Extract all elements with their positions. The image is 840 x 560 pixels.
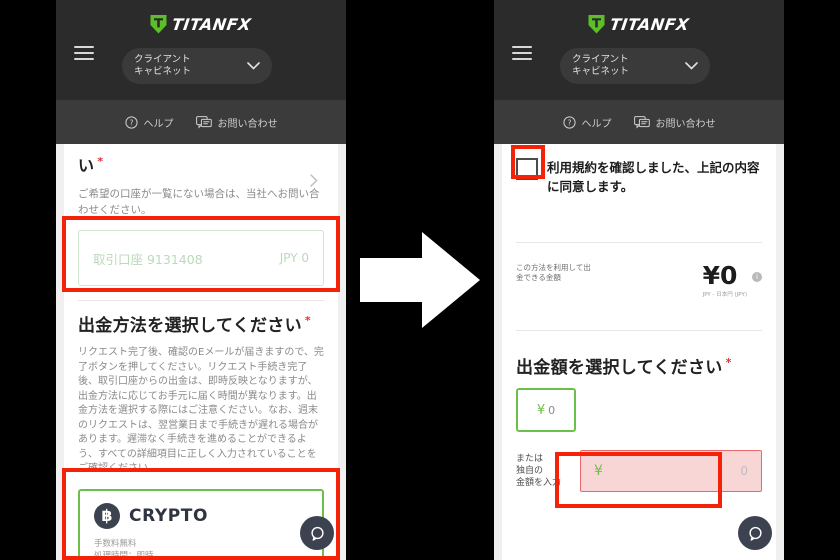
custom-amount-currency: ¥ bbox=[594, 463, 603, 479]
contact-link[interactable]: お問い合わせ bbox=[195, 115, 278, 130]
brand-text: TITANFX bbox=[171, 14, 253, 34]
method-name: CRYPTO bbox=[129, 505, 209, 526]
amount-heading: 出金額を選択してください * bbox=[516, 356, 732, 378]
before-screen-panel: TITANFX クライアント キャビネット ? ヘルプ お問い合わせ い * ご… bbox=[56, 0, 346, 560]
titanfx-shield-icon bbox=[150, 15, 167, 34]
client-cabinet-label: クライアント キャビネット bbox=[134, 54, 192, 77]
chat-icon bbox=[633, 115, 650, 129]
content-card: 利用規約を確認しました、上記の内容に同意します。 この方法を利用して出金できる金… bbox=[502, 144, 776, 560]
trading-account-option[interactable]: 取引口座 9131408 JPY 0 bbox=[78, 230, 324, 286]
screenshot-stage: TITANFX クライアント キャビネット ? ヘルプ お問い合わせ い * ご… bbox=[0, 0, 840, 560]
page-body: い * ご希望の口座が一覧にない場合は、当社へお問い合わせください。 取引口座 9… bbox=[56, 144, 346, 560]
chevron-right-icon bbox=[310, 174, 318, 187]
preset-amount-button[interactable]: ¥ 0 bbox=[516, 388, 576, 432]
account-name: 取引口座 9131408 bbox=[93, 251, 203, 267]
chevron-down-icon bbox=[247, 62, 260, 70]
required-mark: * bbox=[304, 314, 311, 328]
after-screen-panel: TITANFX クライアント キャビネット ? ヘルプ お問い合わせ 利用規約を… bbox=[494, 0, 784, 560]
svg-text:?: ? bbox=[567, 118, 571, 127]
custom-amount-input[interactable]: ¥ 0 bbox=[580, 450, 762, 492]
method-details: 手数料無料 処理時間：即時 bbox=[94, 538, 154, 560]
custom-amount-value: 0 bbox=[740, 464, 748, 478]
brand-text: TITANFX bbox=[609, 14, 691, 34]
preset-amount-value: 0 bbox=[548, 403, 556, 417]
brand-logo[interactable]: TITANFX bbox=[56, 0, 346, 34]
chat-bubble-icon bbox=[310, 526, 324, 541]
contact-label: お問い合わせ bbox=[655, 118, 716, 130]
available-amount-value: ¥0 bbox=[702, 261, 738, 290]
info-icon[interactable]: i bbox=[752, 272, 762, 282]
terms-agreement-row[interactable]: 利用規約を確認しました、上記の内容に同意します。 bbox=[516, 144, 762, 196]
help-label: ヘルプ bbox=[143, 118, 174, 130]
chat-bubble-icon bbox=[748, 526, 762, 541]
chat-fab-button[interactable] bbox=[738, 516, 772, 550]
required-mark: * bbox=[725, 356, 732, 370]
bitcoin-icon: ฿ bbox=[94, 502, 120, 529]
section-divider bbox=[78, 300, 324, 301]
clipped-heading-top bbox=[78, 144, 324, 150]
svg-text:?: ? bbox=[129, 118, 133, 127]
utility-bar: ? ヘルプ お問い合わせ bbox=[494, 100, 784, 144]
help-link[interactable]: ? ヘルプ bbox=[562, 115, 612, 130]
app-header: TITANFX クライアント キャビネット bbox=[56, 0, 346, 100]
brand-logo[interactable]: TITANFX bbox=[494, 0, 784, 34]
withdraw-method-heading: 出金方法を選択してください * bbox=[78, 314, 311, 336]
preset-amount-currency: ¥ bbox=[536, 402, 546, 418]
contact-label: お問い合わせ bbox=[217, 118, 278, 130]
custom-amount-label: または 独自の 金額を入力 bbox=[516, 454, 562, 488]
help-label: ヘルプ bbox=[581, 118, 612, 130]
method-card-header: ฿ CRYPTO bbox=[94, 502, 308, 529]
hamburger-icon[interactable] bbox=[512, 42, 532, 64]
help-link[interactable]: ? ヘルプ bbox=[124, 115, 174, 130]
client-cabinet-dropdown[interactable]: クライアント キャビネット bbox=[560, 48, 710, 84]
chat-icon bbox=[195, 115, 212, 129]
terms-checkbox[interactable] bbox=[516, 158, 538, 180]
available-amount-value-group: ¥0 JPY - 日本円 (JPY) i bbox=[703, 263, 762, 298]
section-divider bbox=[516, 330, 762, 331]
arrow-right-icon bbox=[360, 232, 480, 328]
contact-link[interactable]: お問い合わせ bbox=[633, 115, 716, 130]
content-card: い * ご希望の口座が一覧にない場合は、当社へお問い合わせください。 取引口座 9… bbox=[64, 144, 338, 560]
client-cabinet-dropdown[interactable]: クライアント キャビネット bbox=[122, 48, 272, 84]
section-divider bbox=[516, 242, 762, 243]
page-title: い * bbox=[78, 154, 104, 175]
hamburger-icon[interactable] bbox=[74, 42, 94, 64]
chat-fab-button[interactable] bbox=[300, 516, 334, 550]
titanfx-shield-icon bbox=[588, 15, 605, 34]
available-amount-currency: JPY - 日本円 (JPY) bbox=[702, 292, 747, 298]
utility-bar: ? ヘルプ お問い合わせ bbox=[56, 100, 346, 144]
account-note: ご希望の口座が一覧にない場合は、当社へお問い合わせください。 bbox=[78, 188, 320, 216]
client-cabinet-label: クライアント キャビネット bbox=[572, 54, 630, 77]
chevron-down-icon bbox=[685, 62, 698, 70]
available-amount-value-block: ¥0 JPY - 日本円 (JPY) bbox=[702, 261, 747, 299]
question-circle-icon: ? bbox=[562, 115, 576, 129]
custom-amount-row: または 独自の 金額を入力 ¥ 0 bbox=[516, 450, 762, 492]
method-card-crypto[interactable]: ฿ CRYPTO 手数料無料 処理時間：即時 bbox=[78, 174, 324, 560]
available-amount-label: この方法を利用して出金できる金額 bbox=[516, 263, 591, 282]
question-circle-icon: ? bbox=[124, 115, 138, 129]
page-body: 利用規約を確認しました、上記の内容に同意します。 この方法を利用して出金できる金… bbox=[494, 144, 784, 560]
terms-label: 利用規約を確認しました、上記の内容に同意します。 bbox=[547, 160, 760, 194]
account-balance: JPY 0 bbox=[279, 251, 309, 265]
withdraw-method-note: リクエスト完了後、確認のEメールが届きますので、完了ボタンを押してください。リク… bbox=[78, 347, 324, 474]
app-header: TITANFX クライアント キャビネット bbox=[494, 0, 784, 100]
available-amount-row: この方法を利用して出金できる金額 ¥0 JPY - 日本円 (JPY) i bbox=[516, 253, 762, 302]
required-mark: * bbox=[97, 154, 104, 168]
